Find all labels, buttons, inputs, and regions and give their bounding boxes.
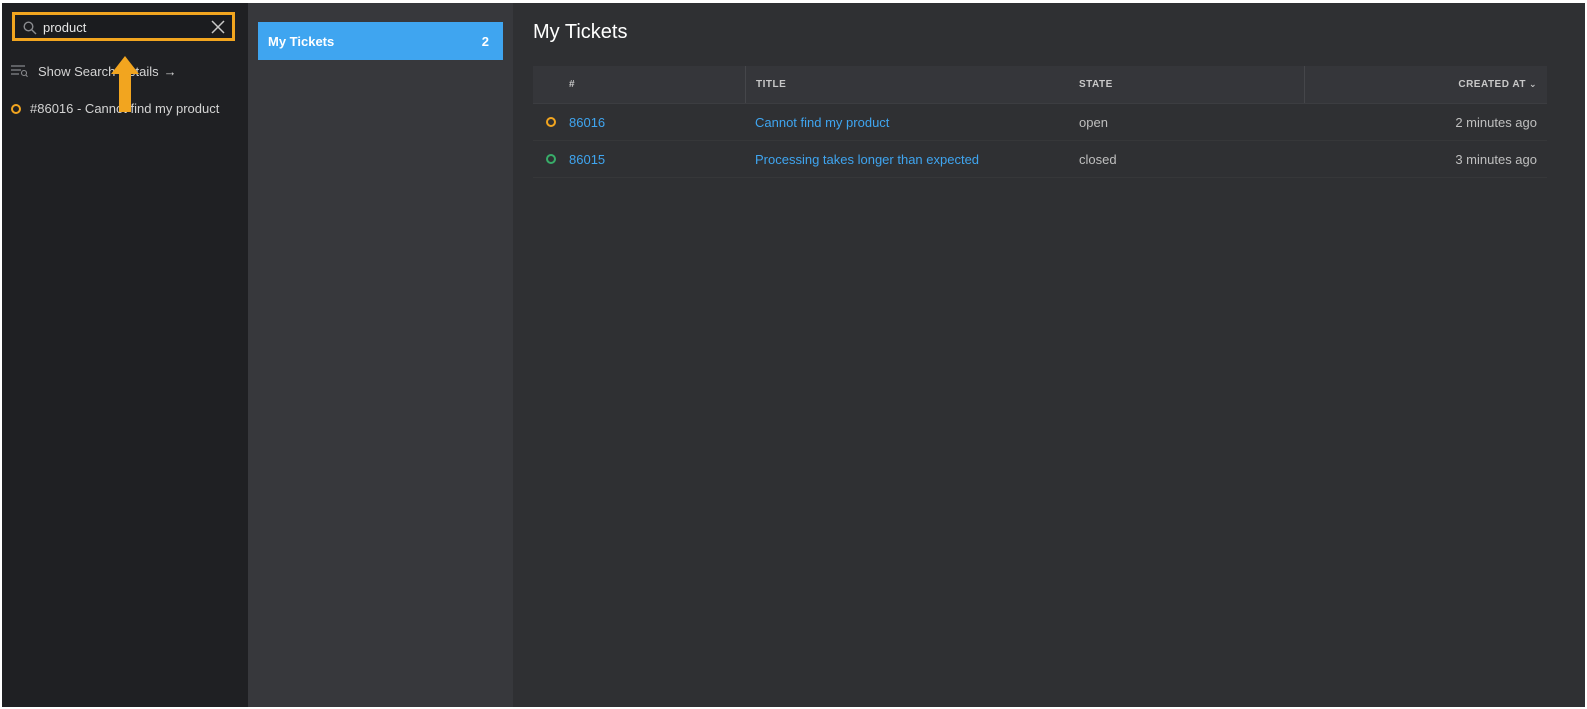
ticket-created-at: 2 minutes ago xyxy=(1455,114,1537,130)
column-header-title[interactable]: TITLE xyxy=(745,66,1069,103)
sort-desc-icon: ⌄ xyxy=(1528,79,1537,89)
status-open-icon xyxy=(546,117,556,127)
ticket-number-link[interactable]: 86015 xyxy=(569,152,745,167)
tickets-table: # TITLE STATE CREATED AT ⌄ 86016 Cannot … xyxy=(533,66,1547,178)
table-header: # TITLE STATE CREATED AT ⌄ xyxy=(533,66,1547,104)
ticket-state: closed xyxy=(1079,151,1117,167)
ticket-number-link[interactable]: 86016 xyxy=(569,115,745,130)
ticket-state: open xyxy=(1079,114,1108,130)
overview-item-my-tickets[interactable]: My Tickets 2 xyxy=(258,22,503,60)
show-search-details-label: Show Search Details xyxy=(38,63,159,79)
ticket-title-link[interactable]: Cannot find my product xyxy=(745,115,1069,130)
table-row[interactable]: 86016 Cannot find my product open 2 minu… xyxy=(533,104,1547,141)
ticket-title-link[interactable]: Processing takes longer than expected xyxy=(745,152,1069,167)
main-content: My Tickets # TITLE STATE CREATED AT ⌄ 86… xyxy=(513,3,1585,707)
search-icon xyxy=(23,21,37,35)
column-header-created-at-label: CREATED AT xyxy=(1458,79,1526,90)
overview-sidebar: My Tickets 2 xyxy=(248,3,513,707)
column-header-state[interactable]: STATE xyxy=(1069,66,1304,103)
search-input[interactable] xyxy=(43,18,203,36)
table-row[interactable]: 86015 Processing takes longer than expec… xyxy=(533,141,1547,178)
status-open-icon xyxy=(11,103,21,114)
clear-icon[interactable] xyxy=(211,20,225,34)
show-search-details-link[interactable]: Show Search Details → xyxy=(11,62,177,80)
overview-item-label: My Tickets xyxy=(268,33,335,49)
annotation-arrow-up xyxy=(111,56,139,112)
column-header-number[interactable]: # xyxy=(569,66,745,103)
page-title: My Tickets xyxy=(533,21,628,43)
search-details-icon xyxy=(11,65,28,78)
column-header-created-at[interactable]: CREATED AT ⌄ xyxy=(1304,66,1547,103)
status-closed-icon xyxy=(546,154,556,164)
search-field[interactable] xyxy=(12,12,235,41)
ticket-created-at: 3 minutes ago xyxy=(1455,151,1537,167)
arrow-right-icon: → xyxy=(163,63,177,79)
overview-item-count: 2 xyxy=(481,33,489,49)
search-sidebar: Show Search Details → #86016 - Cannot fi… xyxy=(2,3,248,707)
app-window: Show Search Details → #86016 - Cannot fi… xyxy=(2,3,1585,707)
